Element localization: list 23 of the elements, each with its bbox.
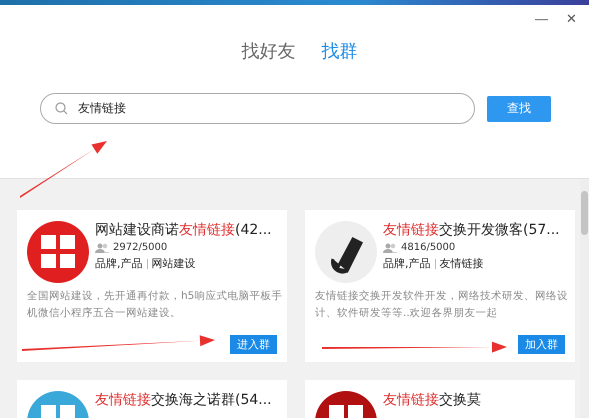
group-title[interactable]: 友情链接交换开发微客(57...	[383, 221, 560, 239]
search-icon	[55, 102, 68, 115]
join-button[interactable]: 加入群	[518, 335, 565, 354]
group-tag: 网站建设	[152, 256, 196, 271]
people-icon	[383, 242, 398, 252]
minimize-button[interactable]: —	[533, 7, 550, 29]
group-description: 全国网站建设，先开通再付款，h5响应式电脑平板手机微信小程序五合一网站建设。	[27, 289, 283, 321]
group-title[interactable]: 友情链接交换海之诺群(54...	[95, 391, 272, 409]
search-field[interactable]: 友情链接	[76, 100, 410, 116]
tab[interactable]: 找群	[322, 39, 358, 63]
group-description: 友情链接交换开发软件开发，网络技术研发、网络设计、软件研发等等..欢迎各界朋友一起	[315, 289, 569, 321]
group-tag: 品牌,产品	[383, 256, 430, 271]
search-box[interactable]: 友情链接	[40, 93, 475, 124]
close-button[interactable]: ✕	[564, 7, 579, 29]
group-tag: 友情链接	[440, 256, 484, 271]
tab[interactable]: 找好友	[242, 39, 296, 63]
group-title[interactable]: 友情链接交换莫	[383, 391, 481, 409]
join-button[interactable]: 进入群	[230, 335, 277, 354]
people-icon	[95, 242, 110, 252]
member-count: 2972/5000	[113, 242, 168, 253]
group-tag: 品牌,产品	[95, 256, 142, 271]
member-count: 4816/5000	[401, 242, 456, 253]
group-title[interactable]: 网站建设商诺友情链接(42...	[95, 221, 272, 239]
